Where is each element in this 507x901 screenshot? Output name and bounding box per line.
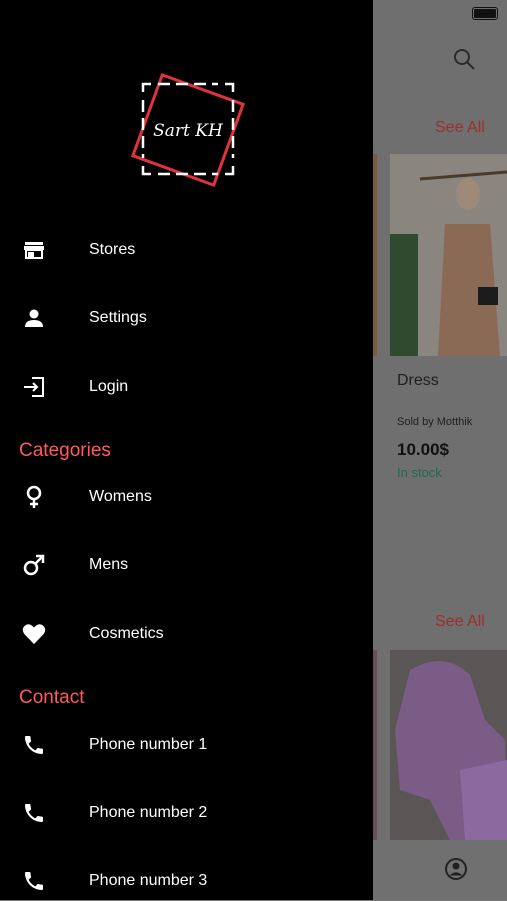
section-title-categories: Categories	[19, 440, 111, 461]
search-icon[interactable]	[452, 47, 476, 71]
heart-icon	[22, 622, 46, 646]
store-icon	[22, 238, 46, 262]
menu-label: Phone number 3	[89, 872, 208, 889]
menu-item-mens[interactable]: Mens	[0, 545, 373, 585]
login-icon	[22, 375, 46, 399]
menu-item-womens[interactable]: Womens	[0, 477, 373, 517]
female-icon	[22, 485, 46, 509]
male-icon	[22, 553, 46, 577]
navigation-drawer: Sart KH Stores Settings Login Categories…	[0, 0, 373, 900]
menu-label: Settings	[89, 309, 147, 326]
logo-text: Sart KH	[153, 121, 224, 141]
product-image-partial	[373, 650, 377, 840]
menu-label: Phone number 2	[89, 804, 208, 821]
profile-icon[interactable]	[444, 857, 468, 881]
brand-logo: Sart KH	[128, 70, 248, 190]
phone-icon	[22, 733, 46, 757]
phone-icon	[22, 801, 46, 825]
product-seller: Sold by Motthik	[397, 416, 473, 428]
menu-label: Phone number 1	[89, 736, 208, 753]
menu-item-stores[interactable]: Stores	[0, 230, 373, 270]
menu-item-phone-2[interactable]: Phone number 2	[0, 793, 373, 833]
see-all-link[interactable]: See All	[435, 613, 485, 631]
menu-item-login[interactable]: Login	[0, 367, 373, 407]
phone-icon	[22, 869, 46, 893]
product-image-partial	[373, 154, 377, 356]
menu-item-phone-1[interactable]: Phone number 1	[0, 725, 373, 765]
menu-label: Cosmetics	[89, 625, 164, 642]
product-price: 10.00$	[397, 440, 449, 459]
product-image[interactable]	[390, 154, 507, 356]
menu-label: Mens	[89, 556, 129, 573]
menu-label: Womens	[89, 488, 152, 505]
menu-item-phone-3[interactable]: Phone number 3	[0, 861, 373, 901]
menu-label: Stores	[89, 241, 136, 258]
product-title[interactable]: Dress	[397, 372, 439, 390]
menu-item-cosmetics[interactable]: Cosmetics	[0, 614, 373, 654]
menu-item-settings[interactable]: Settings	[0, 298, 373, 338]
section-title-contact: Contact	[19, 687, 85, 708]
battery-icon	[472, 7, 498, 20]
see-all-link[interactable]: See All	[435, 119, 485, 137]
person-icon	[22, 306, 46, 330]
product-stock-status: In stock	[397, 465, 442, 480]
menu-label: Login	[89, 378, 129, 395]
bottom-navigation-bar	[373, 840, 507, 900]
product-image[interactable]	[390, 650, 507, 840]
